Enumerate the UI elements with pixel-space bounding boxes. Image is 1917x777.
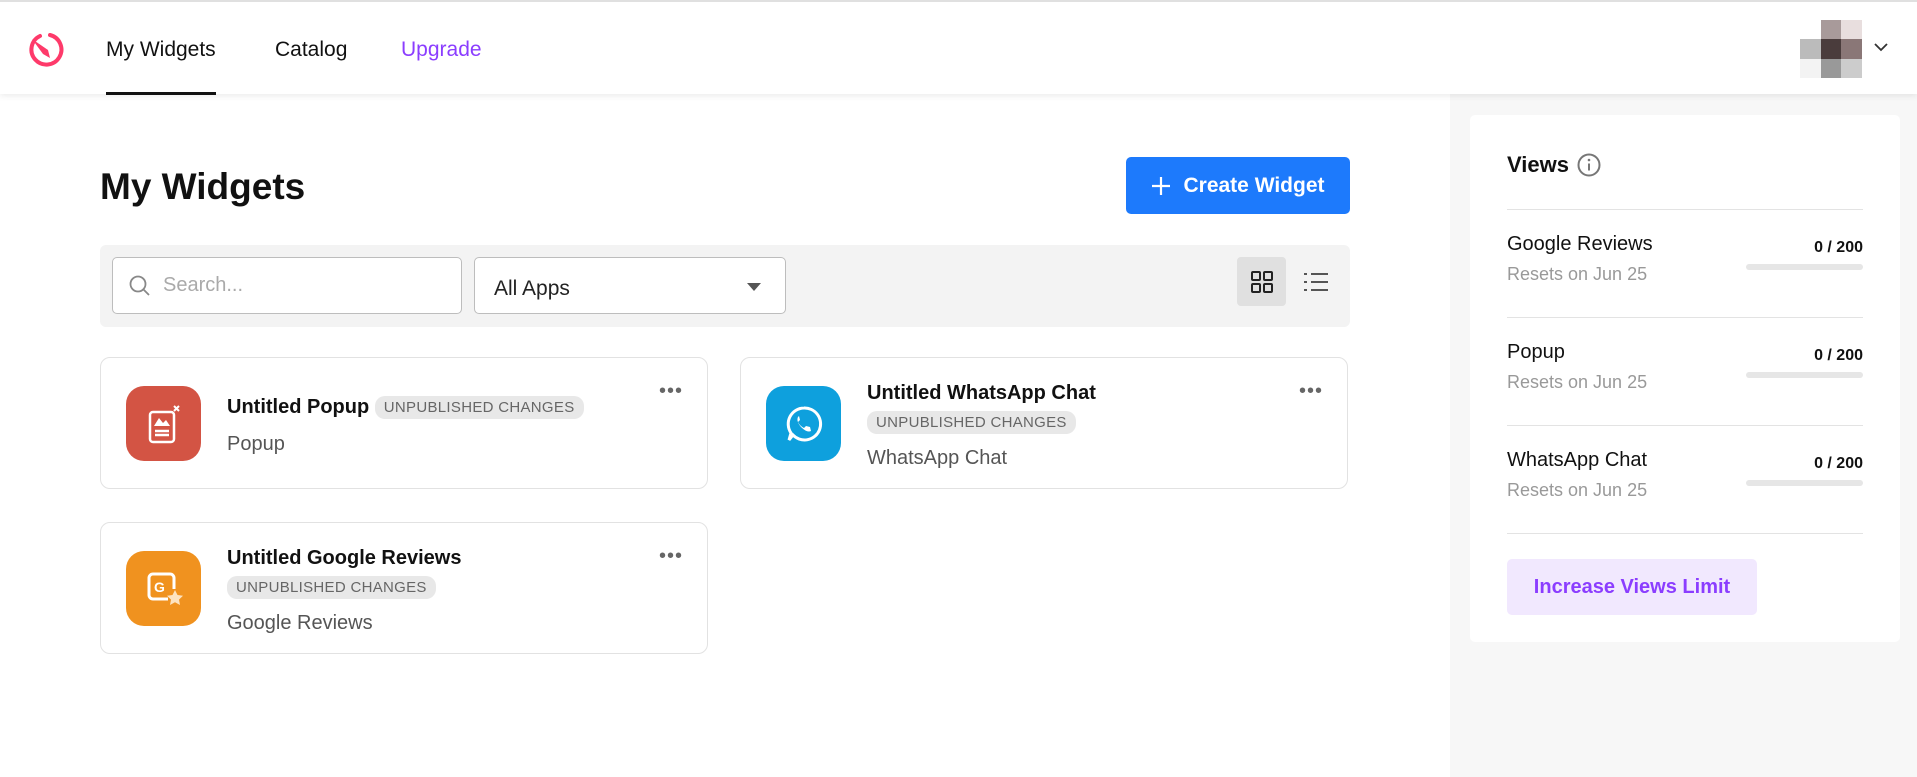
widget-name: Untitled Popup: [227, 396, 370, 418]
svg-text:G: G: [154, 579, 165, 595]
widget-type: Google Reviews: [227, 612, 373, 634]
views-count: 0 / 200: [1814, 239, 1863, 256]
google-reviews-app-icon: G: [126, 551, 201, 626]
list-icon: [1303, 272, 1328, 291]
increase-views-limit-button[interactable]: Increase Views Limit: [1507, 559, 1757, 615]
views-sidebar: Views Google Reviews Resets on Jun 25 0 …: [1450, 94, 1917, 777]
views-row: WhatsApp Chat Resets on Jun 25 0 / 200: [1507, 449, 1863, 501]
avatar[interactable]: [1800, 20, 1862, 78]
widget-type: WhatsApp Chat: [867, 447, 1008, 469]
info-icon[interactable]: [1577, 153, 1601, 177]
widget-type: Popup: [227, 433, 285, 455]
views-progress: [1746, 480, 1863, 486]
filter-bar: Search... All Apps: [100, 245, 1350, 327]
top-nav: My Widgets Catalog Upgrade: [0, 0, 1917, 95]
app-filter-value: All Apps: [494, 277, 570, 300]
widget-card-popup[interactable]: Untitled Popup UNPUBLISHED CHANGES Popup…: [100, 357, 708, 489]
unpublished-badge: UNPUBLISHED CHANGES: [867, 411, 1076, 435]
views-row: Google Reviews Resets on Jun 25 0 / 200: [1507, 233, 1863, 285]
unpublished-badge: UNPUBLISHED CHANGES: [227, 576, 436, 600]
more-options-icon[interactable]: •••: [659, 381, 683, 401]
more-options-icon[interactable]: •••: [1299, 381, 1323, 401]
popup-app-icon: [126, 386, 201, 461]
search-placeholder: Search...: [163, 274, 244, 296]
whatsapp-app-icon: [766, 386, 841, 461]
more-options-icon[interactable]: •••: [659, 546, 683, 566]
views-count: 0 / 200: [1814, 455, 1863, 472]
views-app-name: WhatsApp Chat: [1507, 449, 1648, 471]
create-widget-label: Create Widget: [1183, 173, 1325, 197]
list-view-button[interactable]: [1291, 257, 1340, 306]
nav-upgrade[interactable]: Upgrade: [401, 38, 482, 62]
chevron-down-icon[interactable]: [1874, 40, 1888, 54]
views-progress: [1746, 372, 1863, 378]
views-app-name: Popup: [1507, 341, 1565, 363]
unpublished-badge: UNPUBLISHED CHANGES: [374, 396, 584, 420]
views-progress: [1746, 264, 1863, 270]
widget-card-whatsapp[interactable]: Untitled WhatsApp Chat UNPUBLISHED CHANG…: [740, 357, 1348, 489]
views-count: 0 / 200: [1814, 347, 1863, 364]
page-title: My Widgets: [100, 166, 306, 207]
grid-view-button[interactable]: [1237, 257, 1286, 306]
caret-down-icon: [747, 283, 761, 291]
views-card: Views Google Reviews Resets on Jun 25 0 …: [1470, 115, 1900, 642]
plus-icon: [1152, 176, 1171, 195]
logo-icon[interactable]: [26, 30, 66, 70]
search-input[interactable]: Search...: [112, 257, 462, 314]
create-widget-button[interactable]: Create Widget: [1126, 157, 1350, 214]
widget-name: Untitled Google Reviews: [227, 547, 462, 569]
views-row: Popup Resets on Jun 25 0 / 200: [1507, 341, 1863, 393]
widget-card-google-reviews[interactable]: G Untitled Google Reviews UNPUBLISHED CH…: [100, 522, 708, 654]
views-app-name: Google Reviews: [1507, 233, 1653, 255]
views-title: Views: [1507, 152, 1569, 177]
widget-name: Untitled WhatsApp Chat: [867, 382, 1096, 404]
search-icon: [129, 275, 150, 296]
nav-catalog[interactable]: Catalog: [275, 38, 347, 62]
app-filter-select[interactable]: All Apps: [474, 257, 786, 314]
grid-icon: [1250, 270, 1273, 293]
nav-my-widgets[interactable]: My Widgets: [106, 38, 216, 95]
